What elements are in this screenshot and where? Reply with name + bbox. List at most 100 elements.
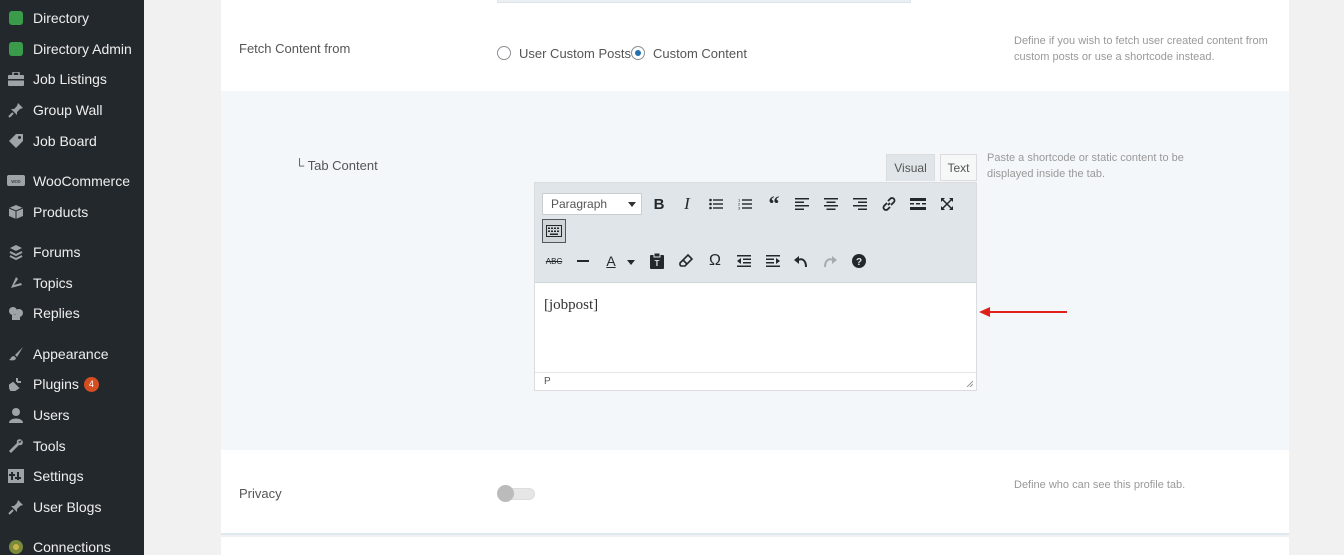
format-select[interactable]: Paragraph bbox=[542, 193, 642, 215]
align-center-icon[interactable] bbox=[819, 192, 843, 216]
wrench-icon bbox=[7, 437, 25, 455]
italic-icon[interactable]: I bbox=[675, 192, 699, 216]
sidebar-item-label: Forums bbox=[33, 244, 81, 260]
replies-icon bbox=[7, 304, 25, 322]
directory-admin-icon bbox=[7, 40, 25, 58]
sidebar-item-woocommerce[interactable]: woo WooCommerce bbox=[0, 168, 144, 194]
tab-content-help: Paste a shortcode or static content to b… bbox=[987, 152, 1184, 180]
sidebar-item-label: Appearance bbox=[33, 346, 109, 362]
blockquote-icon[interactable]: “ bbox=[762, 191, 786, 216]
read-more-icon[interactable] bbox=[906, 192, 930, 216]
horizontal-line-icon[interactable] bbox=[571, 249, 595, 273]
sidebar-item-label: Connections bbox=[33, 539, 111, 555]
sidebar-item-appearance[interactable]: Appearance bbox=[0, 341, 144, 367]
privacy-toggle[interactable] bbox=[497, 485, 535, 502]
radio-custom-content[interactable] bbox=[631, 46, 645, 60]
privacy-label: Privacy bbox=[239, 486, 282, 501]
text-color-dropdown-icon[interactable] bbox=[627, 260, 635, 265]
svg-text:woo: woo bbox=[11, 179, 20, 185]
help-icon[interactable]: ? bbox=[847, 249, 871, 273]
wysiwyg-editor: Paragraph B I 123 “ ABC A T Ω ? [jobpost… bbox=[534, 182, 977, 391]
sidebar-item-label: Directory bbox=[33, 10, 90, 26]
admin-sidebar: Directory Directory Admin Job Listings G… bbox=[0, 0, 144, 555]
sidebar-item-label: Settings bbox=[33, 468, 84, 484]
sidebar-item-replies[interactable]: Replies bbox=[0, 300, 144, 326]
fetch-content-label: Fetch Content from bbox=[239, 41, 351, 56]
tab-content-label: └ Tab Content bbox=[295, 158, 378, 173]
link-icon[interactable] bbox=[877, 192, 901, 216]
sidebar-item-label: Job Listings bbox=[33, 71, 107, 87]
text-color-icon[interactable]: A bbox=[599, 249, 623, 273]
sidebar-item-label: Products bbox=[33, 204, 89, 220]
align-left-icon[interactable] bbox=[790, 192, 814, 216]
sidebar-item-job-board[interactable]: Job Board bbox=[0, 128, 144, 154]
bullet-list-icon[interactable] bbox=[704, 192, 728, 216]
tab-text[interactable]: Text bbox=[940, 154, 977, 181]
editor-content[interactable]: [jobpost] bbox=[544, 297, 598, 314]
resize-handle-icon[interactable] bbox=[966, 380, 973, 387]
fullscreen-icon[interactable] bbox=[935, 192, 959, 216]
sidebar-item-plugins[interactable]: Plugins 4 bbox=[0, 371, 144, 397]
sidebar-item-directory-admin[interactable]: Directory Admin bbox=[0, 36, 144, 62]
redo-icon[interactable] bbox=[818, 249, 842, 273]
sidebar-item-label: Users bbox=[33, 407, 70, 423]
connections-icon bbox=[7, 538, 25, 555]
sidebar-item-label: User Blogs bbox=[33, 499, 102, 515]
element-path[interactable]: P bbox=[544, 376, 551, 387]
sidebar-item-users[interactable]: Users bbox=[0, 402, 144, 428]
sidebar-item-label: Directory Admin bbox=[33, 41, 132, 57]
sidebar-item-topics[interactable]: Topics bbox=[0, 270, 144, 296]
sidebar-item-group-wall[interactable]: Group Wall bbox=[0, 97, 144, 123]
sidebar-item-label: Topics bbox=[33, 275, 73, 291]
bold-icon[interactable]: B bbox=[647, 192, 671, 216]
tab-visual[interactable]: Visual bbox=[886, 154, 935, 181]
sidebar-item-forums[interactable]: Forums bbox=[0, 239, 144, 265]
tag-icon bbox=[7, 132, 25, 150]
sidebar-item-tools[interactable]: Tools bbox=[0, 433, 144, 459]
sidebar-item-connections[interactable]: Connections bbox=[0, 534, 144, 555]
sidebar-item-user-blogs[interactable]: User Blogs bbox=[0, 494, 144, 520]
box-icon bbox=[7, 203, 25, 221]
user-icon bbox=[7, 406, 25, 424]
radio-user-custom-posts[interactable] bbox=[497, 46, 511, 60]
settings-icon bbox=[7, 467, 25, 485]
plugins-update-badge: 4 bbox=[83, 376, 99, 392]
sidebar-item-job-listings[interactable]: Job Listings bbox=[0, 66, 144, 92]
chevron-down-icon bbox=[628, 202, 636, 207]
strikethrough-icon[interactable]: ABC bbox=[542, 249, 566, 273]
plug-icon bbox=[7, 375, 25, 393]
svg-text:3: 3 bbox=[738, 206, 741, 211]
directory-icon bbox=[7, 9, 25, 27]
indent-icon[interactable] bbox=[761, 249, 785, 273]
topics-icon bbox=[7, 274, 25, 292]
next-row bbox=[221, 537, 1289, 555]
radio-user-custom-posts-label[interactable]: User Custom Posts bbox=[519, 46, 631, 61]
woocommerce-icon: woo bbox=[7, 172, 25, 190]
radio-custom-content-label[interactable]: Custom Content bbox=[653, 46, 747, 61]
outdent-icon[interactable] bbox=[732, 249, 756, 273]
sidebar-item-label: Tools bbox=[33, 438, 66, 454]
sidebar-item-label: Group Wall bbox=[33, 102, 103, 118]
sidebar-item-label: WooCommerce bbox=[33, 173, 130, 189]
paste-text-icon[interactable]: T bbox=[645, 249, 669, 273]
sidebar-item-products[interactable]: Products bbox=[0, 199, 144, 225]
clear-formatting-icon[interactable] bbox=[674, 249, 698, 273]
pin-icon bbox=[7, 498, 25, 516]
red-arrow-annotation bbox=[979, 307, 1067, 317]
privacy-help: Define who can see this profile tab. bbox=[1014, 479, 1186, 491]
numbered-list-icon[interactable]: 123 bbox=[733, 192, 757, 216]
svg-text:T: T bbox=[655, 259, 660, 268]
sidebar-item-label: Plugins bbox=[33, 376, 79, 392]
toggle-knob bbox=[497, 485, 514, 502]
keyboard-toggle-icon[interactable] bbox=[542, 219, 566, 243]
format-select-value: Paragraph bbox=[551, 197, 608, 211]
special-character-icon[interactable]: Ω bbox=[703, 249, 727, 273]
align-right-icon[interactable] bbox=[848, 192, 872, 216]
briefcase-icon bbox=[7, 70, 25, 88]
sidebar-item-directory[interactable]: Directory bbox=[0, 5, 144, 31]
undo-icon[interactable] bbox=[789, 249, 813, 273]
sidebar-item-label: Replies bbox=[33, 305, 80, 321]
fetch-content-help: Define if you wish to fetch user created… bbox=[1014, 35, 1268, 63]
sidebar-item-settings[interactable]: Settings bbox=[0, 463, 144, 489]
svg-text:?: ? bbox=[856, 257, 862, 268]
